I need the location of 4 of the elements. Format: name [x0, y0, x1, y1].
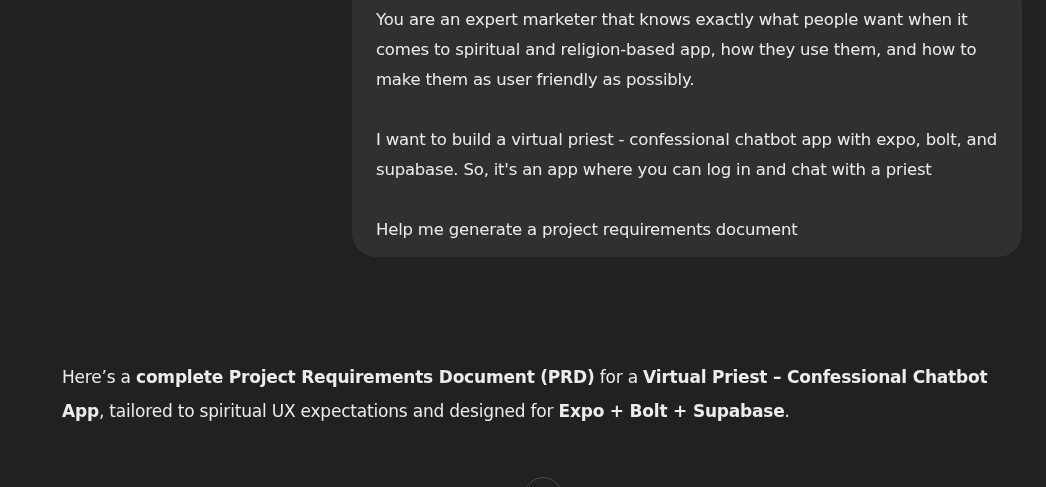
message-paragraph: Help me generate a project requirements document — [376, 219, 799, 241]
message-paragraph: You are an expert marketer that knows exactly what people want when it comes to spiritual and religion-based app, how they use them, and how to make them as user friendly as possibly. — [376, 9, 978, 91]
message-paragraph: I want to build a virtual priest - confessional chatbot app with expo, bolt, and supabase. So, it's an app where you can log in and chat with a priest — [376, 129, 998, 181]
response-paragraph: Here’s a complete Project Requirements Document (PRD) for a Virtual Priest – Confessional Chatbot App, tailored to spiritual UX expectations and designed for Expo + Bolt + Supabase. — [62, 366, 989, 423]
